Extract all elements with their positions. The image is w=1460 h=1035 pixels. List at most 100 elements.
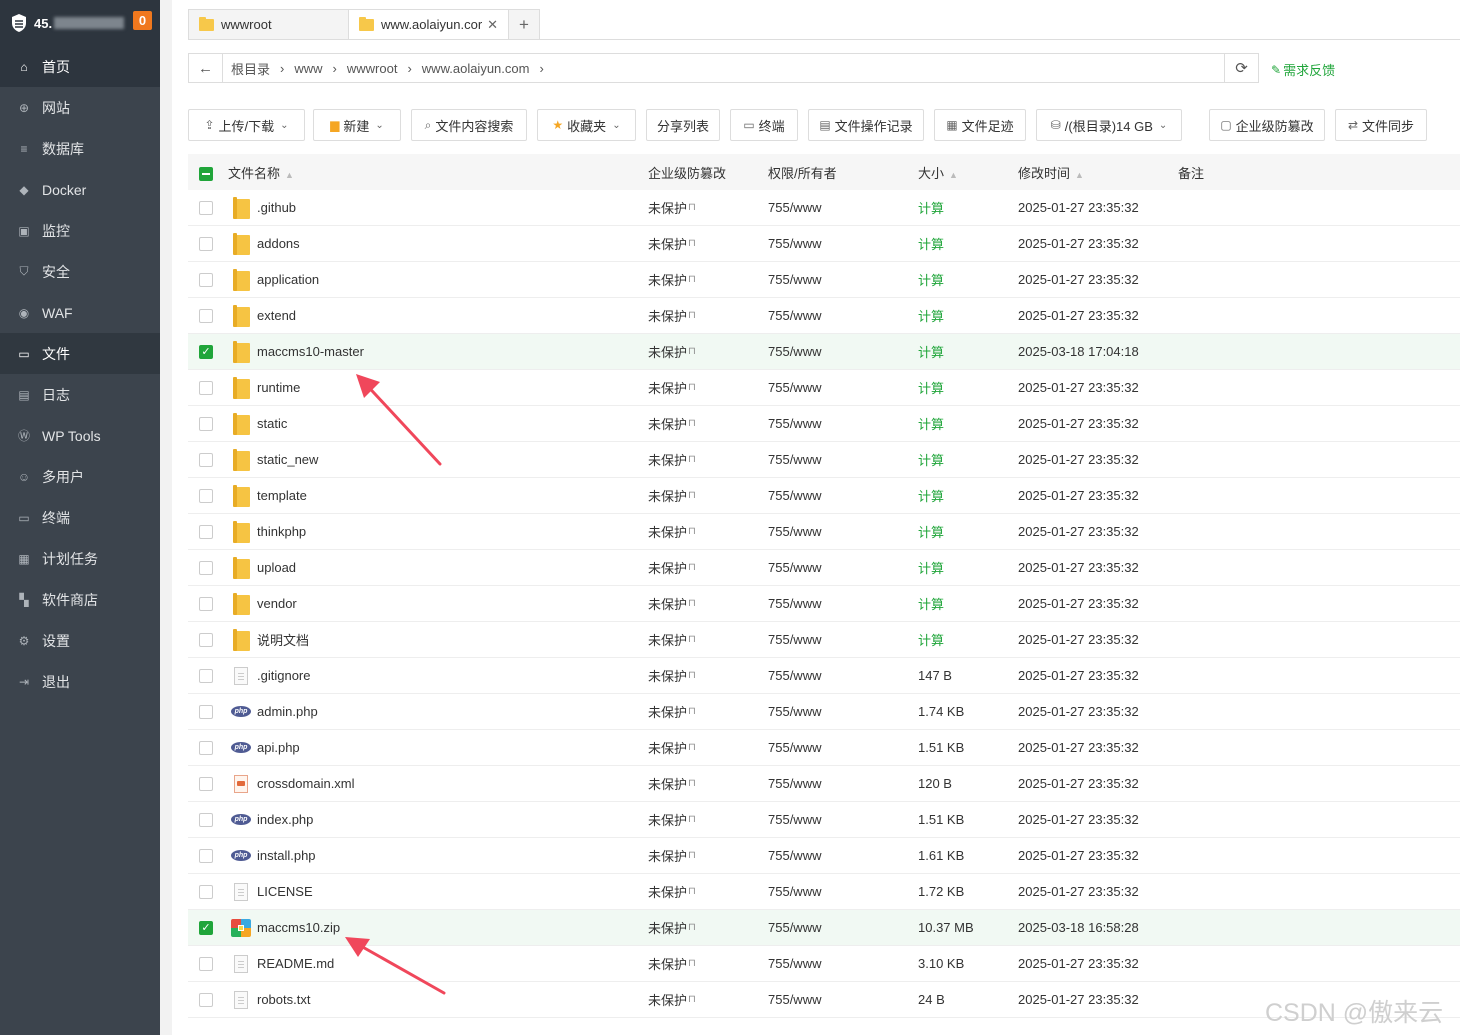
permission[interactable]: 755/www — [768, 658, 821, 693]
row-checkbox[interactable] — [199, 200, 213, 215]
tamper-status[interactable]: 未保护 ⊓ — [648, 694, 696, 729]
breadcrumb-item[interactable]: www — [286, 61, 332, 76]
tamper-status[interactable]: 未保护 ⊓ — [648, 802, 696, 837]
table-row[interactable]: thinkphp 未保护 ⊓ 755/www 计算 2025-01-27 23:35:32 — [188, 514, 1460, 550]
sidebar-item-4[interactable]: ▣ 监控 — [0, 210, 160, 251]
permission[interactable]: 755/www — [768, 586, 821, 621]
file-name[interactable]: thinkphp — [257, 514, 306, 549]
file-name[interactable]: install.php — [257, 838, 316, 873]
new-button[interactable]: ▆ 新建 ⌄ — [313, 109, 401, 141]
notification-badge[interactable]: 0 — [133, 11, 152, 30]
table-row[interactable]: php install.php 未保护 ⊓ 755/www 1.61 KB 2025-01-… — [188, 838, 1460, 874]
file-name[interactable]: LICENSE — [257, 874, 313, 909]
header-mtime[interactable]: 修改时间 ▲ — [1018, 163, 1084, 182]
permission[interactable]: 755/www — [768, 226, 821, 261]
tamper-status[interactable]: 未保护 ⊓ — [648, 226, 696, 261]
row-checkbox[interactable] — [199, 596, 213, 611]
tamper-status[interactable]: 未保护 ⊓ — [648, 442, 696, 477]
row-checkbox[interactable] — [199, 524, 213, 539]
refresh-icon[interactable]: ⟳ — [1224, 54, 1258, 82]
permission[interactable]: 755/www — [768, 190, 821, 225]
file-size[interactable]: 计算 — [918, 370, 944, 405]
table-row[interactable]: .github 未保护 ⊓ 755/www 计算 2025-01-27 23:35:32 — [188, 190, 1460, 226]
close-icon[interactable]: ✕ — [487, 17, 498, 33]
sidebar-item-6[interactable]: ◉ WAF — [0, 292, 160, 333]
file-size[interactable]: 计算 — [918, 298, 944, 333]
file-sync-button[interactable]: ⇄ 文件同步 — [1335, 109, 1427, 141]
file-size[interactable]: 计算 — [918, 550, 944, 585]
tab-wwwroot[interactable]: wwwroot — [188, 9, 349, 39]
tamper-status[interactable]: 未保护 ⊓ — [648, 766, 696, 801]
row-checkbox[interactable] — [199, 704, 213, 719]
row-checkbox[interactable] — [199, 776, 213, 791]
permission[interactable]: 755/www — [768, 622, 821, 657]
sidebar-item-8[interactable]: ▤ 日志 — [0, 374, 160, 415]
permission[interactable]: 755/www — [768, 946, 821, 981]
tamper-status[interactable]: 未保护 ⊓ — [648, 874, 696, 909]
table-row[interactable]: static 未保护 ⊓ 755/www 计算 2025-01-27 23:35:32 — [188, 406, 1460, 442]
permission[interactable]: 755/www — [768, 910, 821, 945]
row-checkbox[interactable] — [199, 668, 213, 683]
row-checkbox[interactable] — [199, 884, 213, 899]
row-checkbox[interactable] — [199, 308, 213, 323]
content-search-button[interactable]: ⌕ 文件内容搜索 — [411, 109, 527, 141]
file-name[interactable]: maccms10.zip — [257, 910, 340, 945]
table-row[interactable]: .gitignore 未保护 ⊓ 755/www 147 B 2025-01-27 23:… — [188, 658, 1460, 694]
tamper-status[interactable]: 未保护 ⊓ — [648, 946, 696, 981]
permission[interactable]: 755/www — [768, 766, 821, 801]
tamper-status[interactable]: 未保护 ⊓ — [648, 586, 696, 621]
file-name[interactable]: index.php — [257, 802, 313, 837]
file-name[interactable]: template — [257, 478, 307, 513]
permission[interactable]: 755/www — [768, 298, 821, 333]
table-row[interactable]: extend 未保护 ⊓ 755/www 计算 2025-01-27 23:35:32 — [188, 298, 1460, 334]
table-row[interactable]: crossdomain.xml 未保护 ⊓ 755/www 120 B 2025-01-2… — [188, 766, 1460, 802]
tamper-status[interactable]: 未保护 ⊓ — [648, 550, 696, 585]
sidebar-item-10[interactable]: ☺ 多用户 — [0, 456, 160, 497]
tamper-status[interactable]: 未保护 ⊓ — [648, 514, 696, 549]
permission[interactable]: 755/www — [768, 874, 821, 909]
file-size[interactable]: 计算 — [918, 406, 944, 441]
table-row[interactable]: ✓ maccms10.zip 未保护 ⊓ 755/www 10.37 MB 2025-03-… — [188, 910, 1460, 946]
file-name[interactable]: .github — [257, 190, 296, 225]
row-checkbox[interactable] — [199, 812, 213, 827]
permission[interactable]: 755/www — [768, 478, 821, 513]
operation-log-button[interactable]: ▤ 文件操作记录 — [808, 109, 924, 141]
row-checkbox[interactable] — [199, 740, 213, 755]
row-checkbox[interactable] — [199, 488, 213, 503]
tamper-status[interactable]: 未保护 ⊓ — [648, 262, 696, 297]
table-row[interactable]: static_new 未保护 ⊓ 755/www 计算 2025-01-27 23:35:… — [188, 442, 1460, 478]
permission[interactable]: 755/www — [768, 370, 821, 405]
tamper-status[interactable]: 未保护 ⊓ — [648, 298, 696, 333]
file-name[interactable]: extend — [257, 298, 296, 333]
table-row[interactable]: php api.php 未保护 ⊓ 755/www 1.51 KB 2025-01-27 2… — [188, 730, 1460, 766]
table-row[interactable]: vendor 未保护 ⊓ 755/www 计算 2025-01-27 23:35:32 — [188, 586, 1460, 622]
file-name[interactable]: .gitignore — [257, 658, 310, 693]
table-row[interactable]: php index.php 未保护 ⊓ 755/www 1.51 KB 2025-01-27… — [188, 802, 1460, 838]
file-name[interactable]: robots.txt — [257, 982, 310, 1017]
disk-button[interactable]: ⛁/(根目录)14 GB ⌄ — [1036, 109, 1182, 141]
favorites-button[interactable]: ★ 收藏夹 ⌄ — [537, 109, 636, 141]
file-name[interactable]: static — [257, 406, 287, 441]
sidebar-item-5[interactable]: ⛉ 安全 — [0, 251, 160, 292]
sidebar-item-11[interactable]: ▭ 终端 — [0, 497, 160, 538]
breadcrumb-item[interactable]: www.aolaiyun.com — [414, 61, 540, 76]
sidebar-item-15[interactable]: ⇥ 退出 — [0, 661, 160, 702]
row-checkbox[interactable] — [199, 272, 213, 287]
permission[interactable]: 755/www — [768, 550, 821, 585]
upload-download-button[interactable]: ⇪ 上传/下载 ⌄ — [188, 109, 305, 141]
permission[interactable]: 755/www — [768, 442, 821, 477]
row-checkbox[interactable] — [199, 848, 213, 863]
sidebar-item-7[interactable]: ▭ 文件 — [0, 333, 160, 374]
row-checkbox[interactable] — [199, 416, 213, 431]
table-row[interactable]: php admin.php 未保护 ⊓ 755/www 1.74 KB 2025-01-27… — [188, 694, 1460, 730]
back-arrow-icon[interactable]: ← — [189, 54, 223, 82]
sidebar-item-0[interactable]: ⌂ 首页 — [0, 46, 160, 87]
file-size[interactable]: 计算 — [918, 226, 944, 261]
table-row[interactable]: runtime 未保护 ⊓ 755/www 计算 2025-01-27 23:35:32 — [188, 370, 1460, 406]
permission[interactable]: 755/www — [768, 334, 821, 369]
file-size[interactable]: 计算 — [918, 262, 944, 297]
file-name[interactable]: vendor — [257, 586, 297, 621]
terminal-button[interactable]: ▭ 终端 — [730, 109, 798, 141]
file-name[interactable]: crossdomain.xml — [257, 766, 355, 801]
tamper-status[interactable]: 未保护 ⊓ — [648, 478, 696, 513]
